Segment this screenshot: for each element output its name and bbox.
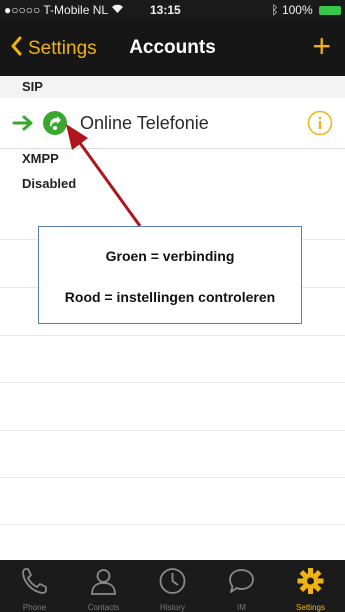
- section-header-sip: SIP: [0, 76, 345, 98]
- tab-phone[interactable]: Phone: [0, 560, 69, 612]
- connection-status-icon: [42, 110, 68, 141]
- clock-time: 13:15: [150, 3, 181, 17]
- tab-label: Phone: [22, 603, 47, 612]
- add-account-button[interactable]: +: [312, 30, 331, 62]
- section-title-xmpp: XMPP: [22, 151, 59, 166]
- tab-label: Settings: [296, 603, 325, 612]
- tab-label: IM: [237, 603, 246, 612]
- callout-line-green: Groen = verbinding: [105, 248, 235, 264]
- list-separator: [0, 477, 345, 478]
- tab-settings[interactable]: Settings: [276, 560, 345, 612]
- back-label: Settings: [28, 38, 97, 59]
- carrier-label: ●○○○○ T-Mobile NL: [4, 3, 124, 17]
- account-name: Online Telefonie: [80, 113, 209, 133]
- battery-status: ᛒ 100%: [271, 3, 341, 17]
- bluetooth-icon: ᛒ: [271, 3, 279, 17]
- tab-contacts[interactable]: Contacts: [69, 560, 138, 612]
- legend-callout: Groen = verbinding Rood = instellingen c…: [38, 226, 302, 324]
- section-title-sip: SIP: [22, 79, 43, 94]
- battery-percentage: 100%: [281, 3, 313, 17]
- chevron-left-icon: [10, 36, 28, 62]
- callout-line-red: Rood = instellingen controleren: [64, 289, 276, 305]
- battery-icon: [319, 6, 341, 15]
- list-separator: [0, 430, 345, 431]
- account-row-online-telefonie[interactable]: Online Telefonie: [0, 100, 345, 149]
- arrow-right-icon: [12, 113, 36, 138]
- tab-im[interactable]: IM: [207, 560, 276, 612]
- tab-label: History: [160, 603, 185, 612]
- tab-history[interactable]: History: [138, 560, 207, 612]
- list-separator: [0, 335, 345, 336]
- carrier-text: ●○○○○ T-Mobile NL: [4, 3, 108, 17]
- xmpp-status: Disabled: [22, 176, 77, 191]
- wifi-icon: [111, 3, 124, 17]
- status-bar: ●○○○○ T-Mobile NL 13:15 ᛒ 100%: [0, 0, 345, 20]
- info-icon[interactable]: [307, 110, 333, 141]
- back-button[interactable]: Settings: [10, 36, 97, 62]
- tab-label: Contacts: [87, 603, 120, 612]
- navigation-bar: Settings Accounts +: [0, 20, 345, 76]
- tab-bar: Phone Contacts History IM Settings: [0, 560, 345, 612]
- list-separator: [0, 382, 345, 383]
- list-separator: [0, 524, 345, 525]
